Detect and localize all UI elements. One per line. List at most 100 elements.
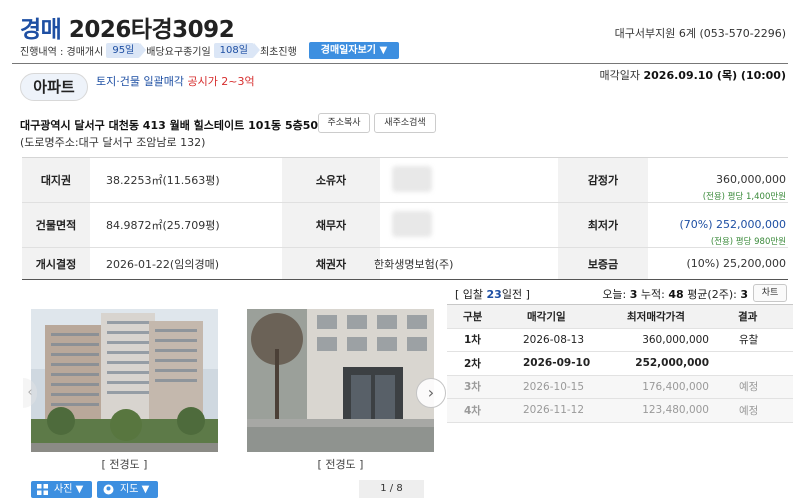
stats-today-label: 오늘: [602, 288, 627, 301]
progress-timeline: 진행내역 : 경매개시 95일 배당요구종기일 108일 최초진행 경매일자보기… [20, 41, 400, 59]
auction-schedule-table: 구분 매각기일 최저매각가격 결과 1차 2026-08-13 360,000,… [447, 304, 793, 423]
property-photo-1[interactable] [31, 309, 218, 452]
stats-avg-label: 평균(2주): [687, 288, 737, 301]
deposit-label: 보증금 [558, 248, 648, 279]
photo-pager: 1 / 8 [359, 480, 424, 498]
progress-label: 진행내역 : 경매개시 [20, 46, 104, 58]
schedule-round: 4차 [464, 404, 481, 417]
creditor-label: 채권자 [282, 248, 380, 279]
bid-countdown: [ 입찰 23일전 ] [455, 286, 530, 302]
schedule-result: 예정 [739, 381, 759, 394]
schedule-round: 2차 [464, 357, 481, 370]
court-info: 대구서부지원 6계 (053-570-2296) [614, 27, 786, 40]
progress-tail: 최초진행 [259, 46, 297, 58]
case-number: 2026타경3092 [68, 17, 235, 43]
sale-note-price: 공시가 2~3억 [187, 75, 255, 88]
schedule-date: 2026-08-13 [523, 333, 585, 346]
min-price-value: (70%) 252,000,000 [679, 218, 786, 231]
property-address: 대구광역시 달서구 대천동 413 월배 힐스테이트 101동 5층508호 [20, 119, 336, 132]
map-pin-icon [103, 484, 114, 495]
photo-next-button[interactable]: › [416, 378, 446, 408]
appraisal-value: 360,000,000 [716, 173, 786, 186]
sale-date-value: 2026.09.10 (목) (10:00) [643, 69, 787, 82]
photo-caption-2: [ 전경도 ] [317, 458, 364, 471]
photo-caption-1: [ 전경도 ] [101, 458, 148, 471]
bid-suffix: 일전 ] [501, 288, 530, 301]
schedule-date: 2026-09-10 [523, 357, 591, 370]
sale-date-label: 매각일자 [599, 69, 640, 82]
sale-note-text: 토지·건물 일괄매각 [96, 75, 184, 88]
land-right-label: 대지권 [22, 158, 90, 202]
deposit-value: (10%) 25,200,000 [686, 257, 786, 270]
map-view-label: 지도 ▼ [120, 484, 150, 495]
schedule-date: 2026-11-12 [523, 404, 585, 417]
appraisal-cell: 360,000,000 (전용) 평당 1,400만원 [703, 158, 786, 202]
schedule-header-round: 구분 [463, 310, 483, 323]
schedule-view-button[interactable]: 경매일자보기 ▼ [308, 41, 400, 59]
appraisal-label: 감정가 [558, 158, 648, 202]
apartment-photo-2-image [247, 309, 434, 452]
property-type-badge: 아파트 [20, 73, 88, 101]
schedule-round: 1차 [464, 334, 481, 347]
stats-avg: 3 [740, 288, 748, 301]
schedule-price: 123,480,000 [642, 404, 709, 417]
creditor-value: 한화생명보험(주) [374, 257, 454, 271]
min-price-cell: (70%) 252,000,000 (전용) 평당 980만원 [679, 203, 786, 247]
stats-today: 3 [629, 288, 638, 301]
debtor-label: 채무자 [282, 203, 380, 247]
schedule-row: 4차 2026-11-12 123,480,000 예정 [447, 399, 793, 423]
schedule-header-date: 매각기일 [527, 310, 566, 323]
min-price-sub: (전용) 평당 980만원 [710, 237, 786, 247]
schedule-price: 252,000,000 [635, 357, 709, 370]
schedule-row: 1차 2026-08-13 360,000,000 유찰 [447, 329, 793, 352]
info-row: 대지권 38.2253㎡(11.563평) 소유자 감정가 360,000,00… [22, 158, 788, 203]
info-row: 개시결정 2026-01-22(임의경매) 채권자 한화생명보험(주) 보증금 … [22, 248, 788, 280]
sale-date: 매각일자 2026.09.10 (목) (10:00) [600, 67, 786, 83]
schedule-row: 3차 2026-10-15 176,400,000 예정 [447, 375, 793, 399]
owner-label: 소유자 [282, 158, 380, 202]
bid-prefix: [ 입찰 [455, 288, 484, 301]
schedule-date: 2026-10-15 [523, 380, 585, 393]
schedule-round: 3차 [464, 381, 481, 394]
start-decision-value: 2026-01-22(임의경매) [106, 257, 219, 271]
photo-view-button[interactable]: 사진 ▼ [31, 481, 92, 498]
progress-days-2: 108일 [213, 42, 261, 58]
case-title: 경매 2026타경3092 [20, 10, 235, 44]
new-address-search-button[interactable]: 새주소검색 [374, 113, 436, 133]
sale-note: 토지·건물 일괄매각 공시가 2~3억 [96, 73, 255, 89]
property-photo-2[interactable] [247, 309, 434, 452]
schedule-row-current: 2차 2026-09-10 252,000,000 [447, 352, 793, 376]
header-divider [12, 63, 788, 64]
info-row: 건물면적 84.9872㎡(25.709평) 채무자 최저가 (70%) 252… [22, 203, 788, 248]
appraisal-sub: (전용) 평당 1,400만원 [702, 192, 786, 202]
chart-button[interactable]: 차트 [753, 284, 787, 302]
land-right-value: 38.2253㎡(11.563평) [106, 174, 220, 187]
map-view-button[interactable]: 지도 ▼ [97, 481, 158, 498]
owner-redacted [392, 166, 432, 192]
progress-days-1: 95일 [106, 42, 147, 58]
photo-view-label: 사진 ▼ [54, 484, 84, 495]
schedule-result: 유찰 [739, 334, 759, 347]
progress-mid: 배당요구종기일 [146, 46, 211, 58]
schedule-header-result: 결과 [738, 310, 758, 323]
min-price-label: 최저가 [558, 203, 648, 247]
schedule-header-row: 구분 매각기일 최저매각가격 결과 [447, 305, 793, 329]
schedule-price: 176,400,000 [642, 380, 709, 393]
stats-total: 48 [668, 288, 684, 301]
building-area-label: 건물면적 [22, 203, 90, 247]
apartment-photo-1-image [31, 309, 218, 452]
bid-days: 23 [486, 288, 502, 301]
building-area-value: 84.9872㎡(25.709평) [106, 219, 220, 232]
schedule-header-price: 최저매각가격 [627, 310, 685, 323]
debtor-redacted [392, 211, 432, 237]
start-decision-label: 개시결정 [22, 248, 90, 279]
schedule-price: 360,000,000 [642, 333, 709, 346]
property-info-table: 대지권 38.2253㎡(11.563평) 소유자 감정가 360,000,00… [22, 157, 788, 280]
schedule-result: 예정 [739, 404, 759, 417]
road-address: (도로명주소:대구 달서구 조암남로 132) [20, 136, 206, 149]
copy-address-button[interactable]: 주소복사 [318, 113, 370, 133]
case-kind: 경매 [20, 17, 62, 43]
stats-total-label: 누적: [640, 288, 665, 301]
view-stats: 오늘: 3 누적: 48 평균(2주): 3 [602, 286, 748, 302]
grid-icon [37, 484, 48, 495]
